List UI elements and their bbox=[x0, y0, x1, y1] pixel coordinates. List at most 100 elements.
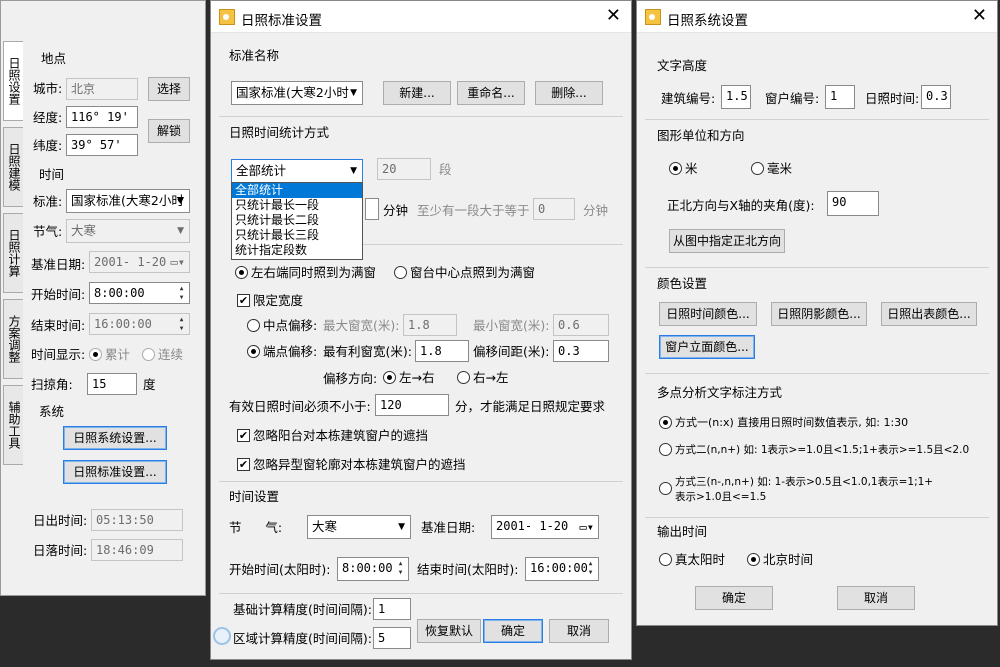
max-width-field[interactable]: 1.8 bbox=[403, 314, 457, 336]
dropdown-option[interactable]: 只统计最长二段 bbox=[232, 213, 362, 228]
left-to-right-radio[interactable] bbox=[383, 371, 396, 384]
start-time-field[interactable]: 8:00:00 ▲ ▼ bbox=[337, 557, 409, 581]
meter-radio[interactable] bbox=[669, 162, 682, 175]
tab-sun-settings[interactable]: 日照设置 bbox=[3, 41, 23, 121]
ignore-balcony-checkbox[interactable]: ✔ bbox=[237, 429, 250, 442]
base-date-field[interactable]: 2001- 1-20 ▭▾ bbox=[491, 515, 599, 539]
close-icon[interactable]: ✕ bbox=[606, 5, 621, 26]
calendar-icon: ▭▾ bbox=[170, 255, 185, 269]
minutes-field[interactable] bbox=[365, 198, 379, 220]
stat-method-select[interactable]: 全部统计 ▼ bbox=[231, 159, 363, 183]
segments-field[interactable]: 20 bbox=[377, 158, 431, 180]
divider bbox=[219, 593, 623, 594]
end-time-field[interactable]: 16:00:00 ▲ ▼ bbox=[89, 313, 190, 335]
area-precision-label: 区域计算精度(时间间隔): bbox=[233, 631, 372, 646]
tab-aux-tools[interactable]: 辅助工具 bbox=[3, 385, 23, 465]
sunset-field: 18:46:09 bbox=[91, 539, 183, 561]
ignore-special-checkbox[interactable]: ✔ bbox=[237, 458, 250, 471]
dropdown-option[interactable]: 统计指定段数 bbox=[232, 243, 362, 258]
cancel-button[interactable]: 取消 bbox=[837, 586, 915, 610]
tab-plan-adjust[interactable]: 方案调整 bbox=[3, 299, 23, 379]
solar-term-select[interactable]: 大寒 ▼ bbox=[307, 515, 411, 539]
delete-standard-button[interactable]: 删除... bbox=[535, 81, 603, 105]
mode1-radio[interactable] bbox=[659, 416, 672, 429]
window-no-field[interactable]: 1 bbox=[825, 85, 855, 109]
min-width-field[interactable]: 0.6 bbox=[553, 314, 609, 336]
dropdown-option[interactable]: 只统计最长一段 bbox=[232, 198, 362, 213]
mode3-radio[interactable] bbox=[659, 482, 672, 495]
north-angle-field[interactable]: 90 bbox=[827, 191, 879, 216]
facade-color-button[interactable]: 窗户立面颜色... bbox=[659, 335, 755, 359]
app-icon bbox=[219, 9, 235, 25]
latitude-field[interactable]: 39° 57' bbox=[66, 134, 138, 156]
right-to-left-radio[interactable] bbox=[457, 371, 470, 384]
limit-width-checkbox[interactable]: ✔ bbox=[237, 294, 250, 307]
solar-term-select[interactable]: 大寒 ▼ bbox=[66, 219, 190, 243]
millimeter-label: 毫米 bbox=[767, 161, 793, 176]
start-time-label: 开始时间: bbox=[31, 287, 86, 302]
pick-north-button[interactable]: 从图中指定正北方向 bbox=[669, 229, 785, 253]
continuous-radio[interactable] bbox=[142, 348, 155, 361]
longitude-field[interactable]: 116° 19' bbox=[66, 106, 138, 128]
ok-button[interactable]: 确定 bbox=[483, 619, 543, 643]
close-icon[interactable]: ✕ bbox=[972, 5, 987, 26]
area-precision-field[interactable]: 5 bbox=[373, 627, 411, 649]
spinner-icon[interactable]: ▲ ▼ bbox=[175, 315, 188, 333]
calendar-icon[interactable]: ▭▾ bbox=[580, 517, 594, 537]
shadow-color-button[interactable]: 日照阴影颜色... bbox=[771, 302, 867, 326]
new-standard-button[interactable]: 新建... bbox=[383, 81, 451, 105]
mode2-radio[interactable] bbox=[659, 443, 672, 456]
standard-select[interactable]: 国家标准(大寒2小时 ▼ bbox=[66, 189, 190, 213]
dropdown-option[interactable]: 全部统计 bbox=[232, 183, 362, 198]
beijing-time-radio[interactable] bbox=[747, 553, 760, 566]
center-label: 窗台中心点照到为满窗 bbox=[410, 265, 536, 280]
millimeter-radio[interactable] bbox=[751, 162, 764, 175]
standard-name-select[interactable]: 国家标准(大寒2小时 ▼ bbox=[231, 81, 363, 105]
ok-button[interactable]: 确定 bbox=[695, 586, 773, 610]
valid-time-field[interactable]: 120 bbox=[375, 394, 449, 416]
color-group-label: 颜色设置 bbox=[657, 276, 708, 291]
building-no-field[interactable]: 1.5 bbox=[721, 85, 751, 109]
spinner-icon[interactable]: ▲ ▼ bbox=[175, 284, 188, 302]
offset-spacing-field[interactable]: 0.3 bbox=[553, 340, 609, 362]
app-icon bbox=[645, 9, 661, 25]
start-time-field[interactable]: 8:00:00 ▲ ▼ bbox=[89, 282, 190, 304]
spinner-icon[interactable]: ▲ ▼ bbox=[394, 559, 407, 577]
start-time-label: 开始时间(太阳时): bbox=[229, 562, 331, 577]
base-precision-field[interactable]: 1 bbox=[373, 598, 411, 620]
center-radio[interactable] bbox=[394, 266, 407, 279]
end-offset-radio[interactable] bbox=[247, 345, 260, 358]
resize-grip-icon[interactable] bbox=[213, 627, 231, 645]
sun-time-color-button[interactable]: 日照时间颜色... bbox=[659, 302, 757, 326]
multipoint-group-label: 多点分析文字标注方式 bbox=[657, 385, 783, 400]
at-least-unit: 分钟 bbox=[583, 203, 609, 218]
scan-angle-field[interactable]: 15 bbox=[87, 373, 137, 395]
cumulative-radio[interactable] bbox=[89, 348, 102, 361]
cancel-button[interactable]: 取消 bbox=[549, 619, 609, 643]
segments-unit: 段 bbox=[439, 162, 452, 177]
unlock-button[interactable]: 解锁 bbox=[148, 119, 190, 143]
spinner-icon[interactable]: ▲ ▼ bbox=[584, 559, 597, 577]
select-city-button[interactable]: 选择 bbox=[148, 77, 190, 101]
city-field[interactable]: 北京 bbox=[66, 78, 138, 100]
restore-default-button[interactable]: 恢复默认 bbox=[417, 619, 481, 643]
tab-sun-modeling[interactable]: 日照建模 bbox=[3, 127, 23, 207]
dropdown-option[interactable]: 只统计最长三段 bbox=[232, 228, 362, 243]
rename-standard-button[interactable]: 重命名... bbox=[457, 81, 525, 105]
base-date-field[interactable]: 2001- 1-20 ▭▾ bbox=[89, 251, 190, 273]
sun-system-settings-button[interactable]: 日照系统设置... bbox=[63, 426, 167, 450]
best-width-field[interactable]: 1.8 bbox=[415, 340, 469, 362]
end-time-field[interactable]: 16:00:00 ▲ ▼ bbox=[525, 557, 599, 581]
left-panel: 日照设置 日照建模 日照计算 方案调整 辅助工具 地点 城市: 北京 选择 经度… bbox=[0, 0, 206, 596]
report-color-button[interactable]: 日照出表颜色... bbox=[881, 302, 977, 326]
sun-standard-settings-button[interactable]: 日照标准设置... bbox=[63, 460, 167, 484]
right-to-left-label: 右→左 bbox=[473, 370, 509, 385]
both-ends-radio[interactable] bbox=[235, 266, 248, 279]
tab-sun-calc[interactable]: 日照计算 bbox=[3, 213, 23, 293]
window-no-label: 窗户编号: bbox=[765, 91, 820, 106]
true-solar-radio[interactable] bbox=[659, 553, 672, 566]
sun-time-field[interactable]: 0.3 bbox=[921, 85, 951, 109]
system-dialog-titlebar: 日照系统设置 ✕ bbox=[637, 1, 997, 33]
at-least-field[interactable]: 0 bbox=[533, 198, 575, 220]
center-offset-radio[interactable] bbox=[247, 319, 260, 332]
